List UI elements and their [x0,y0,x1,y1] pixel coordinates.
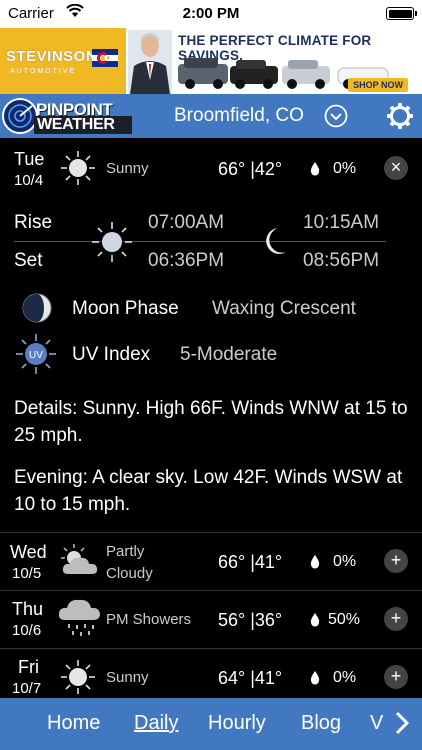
ad-brand-sub: AUTOMOTIVE [10,68,77,75]
sunset-time: 06:36PM [148,250,225,271]
sun-icon [61,660,95,694]
forecast-precip: 0% [333,669,357,686]
partly-cloudy-icon [61,544,98,574]
radar-globe-icon [2,98,38,134]
bottom-nav: Home Daily Hourly Blog V [0,698,422,750]
moon-phase-value: Waxing Crescent [212,298,356,319]
moon-phase-label: Moon Phase [72,298,179,319]
chevron-down-icon[interactable] [324,104,348,128]
forecast-condition-2: Cloudy [106,565,153,582]
forecast-condition: PM Showers [106,611,192,628]
set-label: Set [14,250,43,271]
status-time: 2:00 PM [182,5,240,22]
moonrise-time: 10:15AM [303,212,380,233]
close-day-button[interactable]: × [384,156,408,180]
moon-icon [266,228,286,254]
location-name[interactable]: Broomfield, CO [174,105,304,127]
forecast-date: 10/5 [12,565,42,582]
app-header: PINPOINT WEATHER Broomfield, CO [0,94,422,138]
forecast-condition: Sunny [106,669,149,686]
pinpoint-weather-logo: PINPOINT WEATHER [2,98,132,134]
raindrop-icon [310,162,320,176]
tab-daily[interactable]: Daily [134,712,178,735]
forecast-day: Wed [10,542,47,562]
forecast-date: 10/6 [12,622,42,639]
tab-hourly[interactable]: Hourly [208,712,266,735]
sunrise-time: 07:00AM [148,212,225,233]
raindrop-icon [310,555,320,569]
raindrop-icon [310,613,320,627]
tab-blog[interactable]: Blog [301,712,341,735]
gear-icon[interactable] [386,102,414,130]
uv-index-value: 5-Moderate [180,344,278,365]
logo-weather: WEATHER [34,116,132,134]
tab-partial[interactable]: V [370,712,383,735]
forecast-day: Fri [18,657,39,677]
forecast-day: Thu [12,599,44,619]
battery-icon [386,7,417,20]
expand-day-button[interactable]: + [384,549,408,573]
forecast-precip: 50% [328,611,361,628]
forecast-condition: Partly [106,543,145,560]
details-text: Details: Sunny. High 66F. Winds WNW at 1… [14,398,408,446]
moonset-time: 08:56PM [303,250,380,271]
today-date: 10/4 [14,172,44,189]
today-precip: 0% [333,160,357,177]
uv-index-label: UV Index [72,344,151,365]
row-divider [0,648,422,649]
status-bar: Carrier 2:00 PM [0,0,422,28]
forecast-temps: 64° |41° [218,668,283,688]
forecast-temps: 56° |36° [218,610,283,630]
uv-icon-text: UV [29,350,43,361]
spokesperson-image [128,30,172,94]
forecast-date: 10/7 [12,680,42,697]
evening-text: Evening: A clear sky. Low 42F. Winds WSW… [14,467,403,515]
uv-index-icon: UV [16,334,56,374]
today-temps: 66° |42° [218,159,283,179]
ad-shop-now-button[interactable]: SHOP NOW [348,78,408,92]
moon-phase-icon [22,293,52,323]
showers-icon [58,599,100,636]
forecast-temps: 66° |41° [218,552,283,572]
row-divider [0,590,422,591]
tab-home[interactable]: Home [47,712,100,735]
colorado-flag-icon [92,49,118,67]
raindrop-icon [310,671,320,685]
sunrise-icon [92,222,132,262]
expand-day-button[interactable]: + [384,665,408,689]
chevron-right-icon[interactable] [394,710,410,736]
ad-brand: STEVINSON [6,48,98,65]
sun-icon [61,151,95,185]
forecast-precip: 0% [333,553,357,570]
rise-label: Rise [14,212,53,233]
row-divider [0,532,422,533]
today-day: Tue [14,149,45,169]
today-condition: Sunny [106,160,149,177]
ad-banner[interactable]: STEVINSON AUTOMOTIVE THE PERFECT CLIMATE… [0,28,422,94]
expand-day-button[interactable]: + [384,607,408,631]
horizon-line [14,241,386,242]
